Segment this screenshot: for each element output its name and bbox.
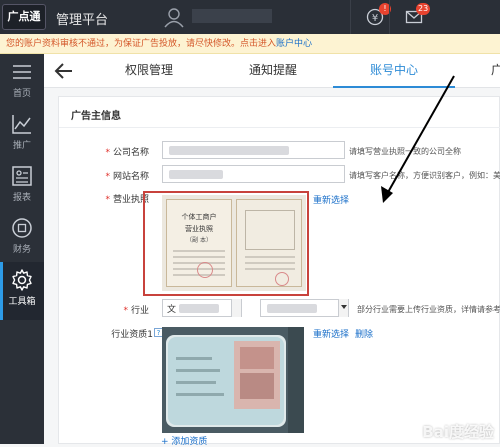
qualification-reselect-link[interactable]: 重新选择 [313, 327, 349, 340]
license-label: *营业执照 [99, 192, 149, 205]
watermark: Bai度经验 [422, 421, 494, 442]
company-name-label: *公司名称 [99, 145, 149, 158]
redacted-value [267, 304, 317, 313]
redacted-value [169, 170, 223, 179]
qualification-label: 行业资质1 [93, 327, 153, 340]
sidebar-label-promote: 推广 [13, 141, 31, 151]
audit-notice: 您的账户资料审核不通过，为保证广告投放，请尽快修改。点击进入账户中心 [0, 34, 500, 54]
industry-select-secondary[interactable] [260, 299, 349, 317]
industry-value: 文 [167, 302, 176, 315]
qualification-delete-link[interactable]: 删除 [355, 327, 373, 340]
user-icon[interactable] [163, 6, 185, 28]
website-name-label-text: 网站名称 [113, 172, 149, 182]
sidebar-label-home: 首页 [13, 89, 31, 99]
sidebar-label-report: 报表 [13, 193, 31, 203]
sidebar: 首页 推广 报表 财务 工具箱 [0, 54, 44, 444]
app-logo[interactable]: 广点通 [2, 4, 46, 30]
website-name-hint: 请填写客户名称，方便识别客户，例如：美丽 [349, 170, 500, 181]
sidebar-item-toolbox[interactable]: 工具箱 [0, 262, 44, 320]
tab-bar: 权限管理 通知提醒 账号中心 广 [44, 54, 500, 88]
section-title: 广告主信息 [71, 107, 121, 122]
advertiser-info-panel: 广告主信息 *公司名称 请填写营业执照一致的公司全称 *网站名称 请填写客户名称… [58, 96, 500, 444]
company-name-label-text: 公司名称 [113, 148, 149, 158]
tab-permission[interactable]: 权限管理 [108, 54, 190, 88]
website-name-label: *网站名称 [99, 169, 149, 182]
finance-icon [10, 216, 34, 240]
tab-account-center[interactable]: 账号中心 [333, 54, 455, 88]
back-arrow-icon[interactable] [54, 62, 74, 80]
sidebar-item-home[interactable]: 首页 [0, 54, 44, 112]
svg-text:¥: ¥ [372, 13, 378, 24]
sidebar-item-report[interactable]: 报表 [0, 158, 44, 216]
account-center-link[interactable]: 账户中心 [276, 39, 312, 49]
chevron-down-icon [338, 299, 348, 317]
messages-button[interactable]: 23 [389, 0, 437, 34]
industry-hint: 部分行业需要上传行业资质，详情请参考 [357, 304, 500, 315]
industry-select-primary[interactable]: 文 [162, 299, 242, 317]
divider [59, 127, 500, 128]
qualification-label-text: 行业资质1 [111, 330, 153, 340]
industry-label-text: 行业 [131, 306, 149, 316]
add-qualification-link[interactable]: + 添加资质 [161, 434, 207, 447]
website-name-input[interactable] [162, 165, 345, 183]
license-reselect-link[interactable]: 重新选择 [313, 193, 349, 206]
tab-notification[interactable]: 通知提醒 [232, 54, 314, 88]
menu-icon [10, 60, 34, 84]
company-name-input[interactable] [162, 141, 345, 159]
user-name-redacted [192, 9, 272, 23]
gear-icon [10, 268, 34, 292]
mail-badge: 23 [416, 3, 430, 15]
tab-more[interactable]: 广 [490, 54, 500, 88]
sidebar-label-finance: 财务 [13, 245, 31, 255]
report-icon [10, 164, 34, 188]
sidebar-label-toolbox: 工具箱 [8, 297, 35, 307]
top-bar: 广点通 管理平台 ¥ ! 23 [0, 0, 500, 34]
industry-label: *行业 [99, 303, 149, 316]
sidebar-item-finance[interactable]: 财务 [0, 210, 44, 268]
qualification-photo [162, 327, 304, 433]
sidebar-item-promote[interactable]: 推广 [0, 106, 44, 164]
trend-icon [10, 112, 34, 136]
chevron-down-icon [231, 299, 241, 317]
redacted-value [179, 304, 219, 313]
license-highlight-frame [143, 191, 309, 296]
app-title: 管理平台 [56, 9, 108, 28]
notice-text: 您的账户资料审核不通过，为保证广告投放，请尽快修改。点击进入 [6, 39, 276, 49]
qualification-image [162, 327, 304, 433]
company-name-hint: 请填写营业执照一致的公司全称 [349, 146, 461, 157]
redacted-value [169, 146, 289, 155]
